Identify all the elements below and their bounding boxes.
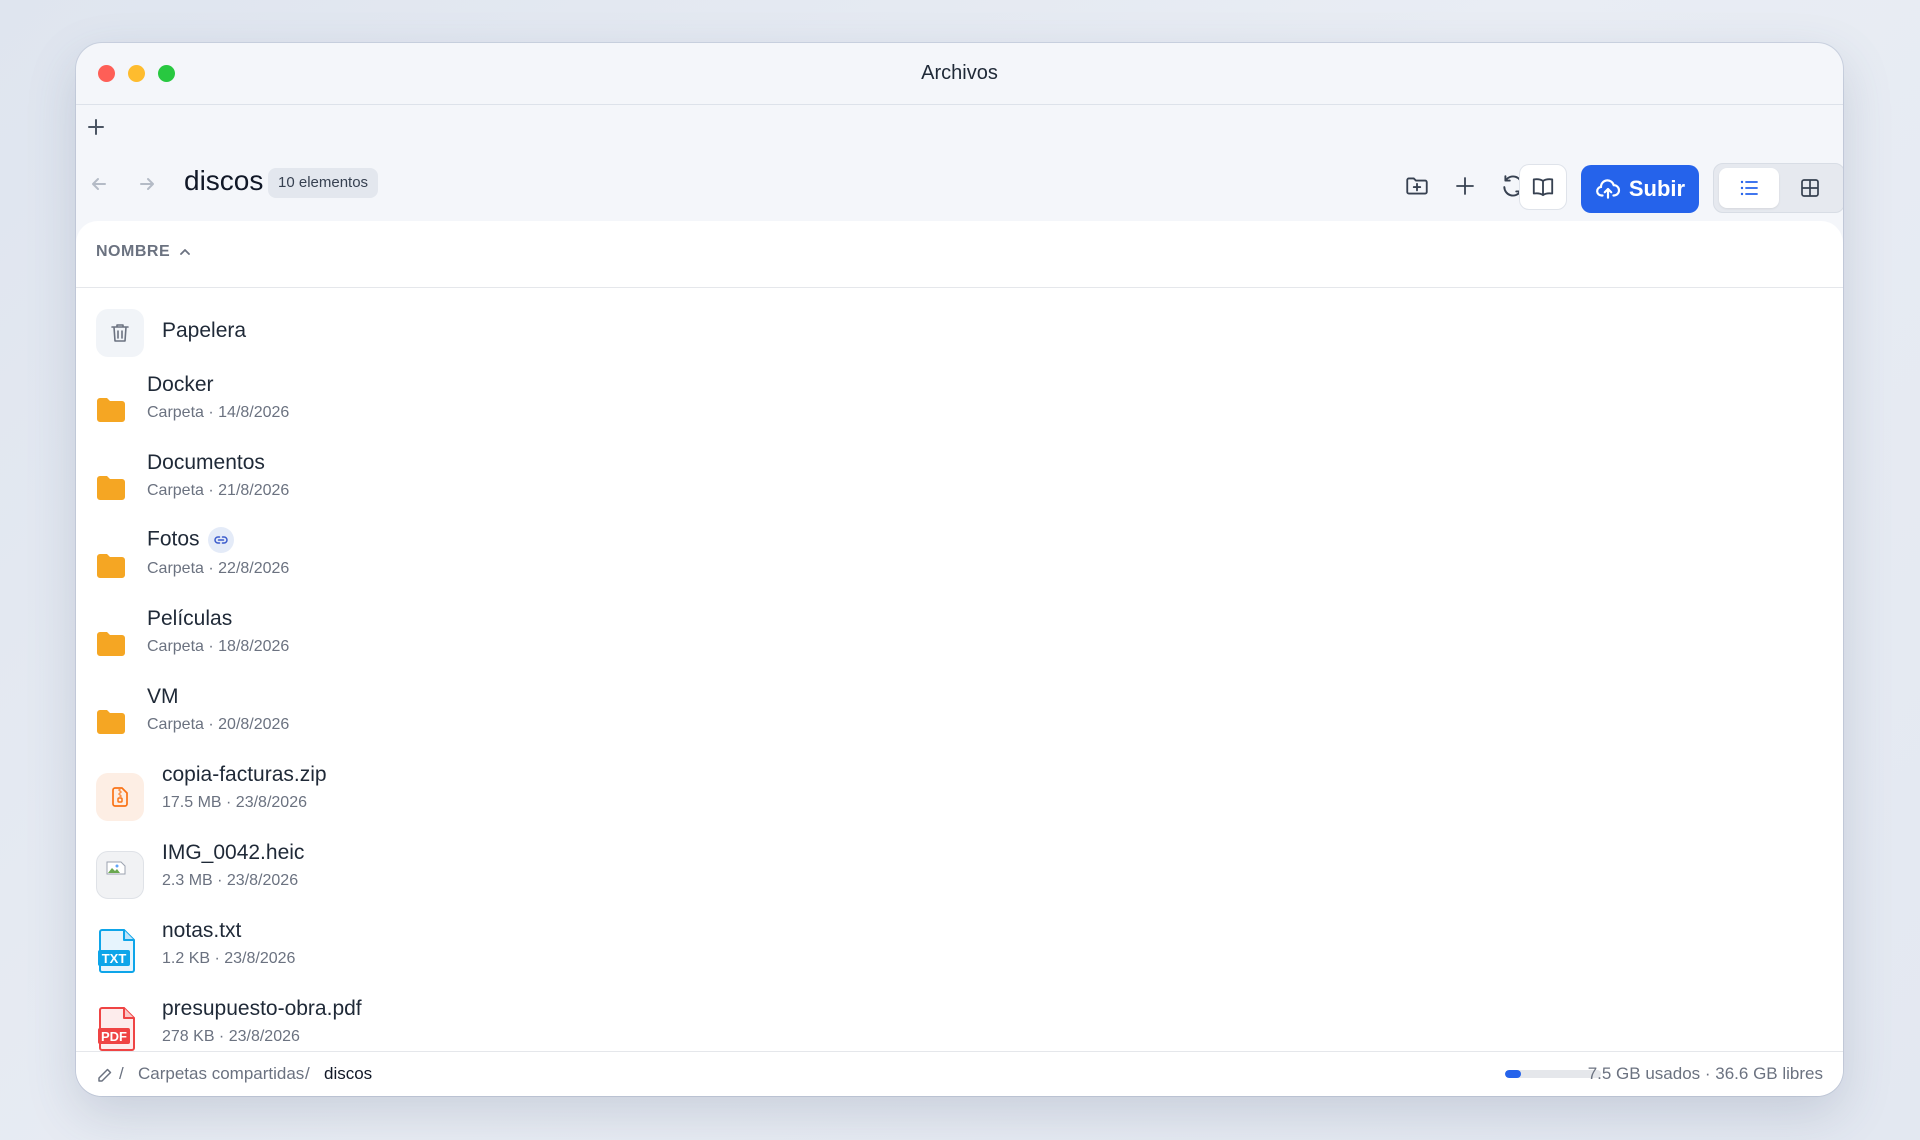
name-column-label: NOMBRE [96,243,171,260]
item-name: copia-facturas.zip [162,763,327,786]
item-name: Papelera [162,319,247,342]
storage-usage-fill [1505,1070,1522,1078]
image-thumbnail-icon [96,851,144,899]
item-name: notas.txt [162,919,242,942]
plus-icon [88,119,104,135]
list-item[interactable]: Papelera [96,294,1823,372]
toolbar: discos 10 elementos Subir [76,149,1843,221]
forward-button[interactable] [132,169,162,199]
list-item[interactable]: Documentos Carpeta · 21/8/2026 [96,444,1823,522]
grid-view-button[interactable] [1780,168,1840,208]
folder-icon [97,554,125,578]
shared-link-icon [207,527,234,553]
header-divider [76,287,1843,288]
list-item[interactable]: IMG_0042.heic 2.3 MB · 23/8/2026 [96,834,1823,912]
arrow-left-icon [92,178,106,190]
storage-usage-bar [1505,1070,1601,1078]
txt-file-icon: TXT [98,929,135,973]
grid-icon [1801,179,1819,197]
pencil-icon[interactable] [96,1066,114,1084]
list-view-button[interactable] [1719,168,1779,208]
file-list-panel: NOMBRE Papelera Docker Carpeta · 14/8/20… [76,221,1843,1052]
folder-icon [97,710,125,734]
status-bar: / Carpetas compartidas / discos 7.5 GB u… [76,1051,1843,1096]
item-meta: 2.3 MB · 23/8/2026 [162,872,299,889]
add-button[interactable] [1445,166,1485,206]
trash-icon [96,309,144,357]
list-item[interactable]: copia-facturas.zip 17.5 MB · 23/8/2026 [96,756,1823,834]
item-name: Fotos [147,527,234,553]
item-count-badge: 10 elementos [268,168,379,198]
tab-bar [76,105,1843,149]
folder-icon [97,632,125,656]
book-open-icon [1532,178,1554,197]
item-meta: 278 KB · 23/8/2026 [162,1028,300,1045]
list-item[interactable]: Fotos Carpeta · 22/8/2026 [96,522,1823,600]
item-meta: 1.2 KB · 23/8/2026 [162,950,296,967]
item-meta: Carpeta · 18/8/2026 [147,638,290,655]
reader-mode-button[interactable] [1519,164,1567,210]
item-meta: 17.5 MB · 23/8/2026 [162,794,307,811]
list-item[interactable]: Docker Carpeta · 14/8/2026 [96,366,1823,444]
item-name: VM [147,685,179,708]
item-meta: Carpeta · 21/8/2026 [147,482,290,499]
breadcrumb-separator: / [305,1064,310,1083]
current-folder-title: discos [184,165,264,196]
pdf-file-icon: PDF [98,1007,135,1051]
zip-file-icon [96,773,144,821]
folder-plus-icon [1406,177,1428,195]
list-icon [1740,180,1758,196]
item-name: Documentos [147,451,265,474]
plus-icon [1456,177,1474,195]
new-tab-button[interactable] [82,113,110,141]
item-name-text: Fotos [147,527,200,551]
window-title: Archivos [921,62,998,84]
storage-usage-text: 7.5 GB usados · 36.6 GB libres [1587,1064,1823,1083]
file-manager-window: Archivos discos 10 elementos Subir NOMBR… [76,43,1843,1096]
folder-icon [97,398,125,422]
cloud-upload-icon [1595,179,1620,199]
upload-button-label: Subir [1628,176,1686,201]
item-name: Películas [147,607,233,630]
list-item[interactable]: Películas Carpeta · 18/8/2026 [96,600,1823,678]
item-name: IMG_0042.heic [162,841,305,864]
folder-icon [97,476,125,500]
arrow-right-icon [140,178,154,190]
chevron-up-icon [180,249,191,255]
item-meta: Carpeta · 20/8/2026 [147,716,290,733]
list-item[interactable]: VM Carpeta · 20/8/2026 [96,678,1823,756]
item-name: presupuesto-obra.pdf [162,997,362,1020]
breadcrumb-current: discos [324,1064,373,1083]
back-button[interactable] [84,169,114,199]
txt-file-label: TXT [102,951,127,966]
item-name: Docker [147,373,214,396]
name-column-header[interactable]: NOMBRE [96,243,192,261]
breadcrumb-shared-folders[interactable]: Carpetas compartidas [138,1064,304,1084]
title-bar: Archivos [76,43,1843,105]
item-meta: Carpeta · 14/8/2026 [147,404,290,421]
item-meta: Carpeta · 22/8/2026 [147,560,290,577]
upload-button[interactable]: Subir [1581,165,1699,213]
view-mode-toggle [1713,163,1843,213]
list-item[interactable]: TXT notas.txt 1.2 KB · 23/8/2026 [96,912,1823,990]
breadcrumb-separator: / [119,1064,124,1083]
pdf-file-label: PDF [101,1029,127,1044]
new-folder-button[interactable] [1397,166,1437,206]
